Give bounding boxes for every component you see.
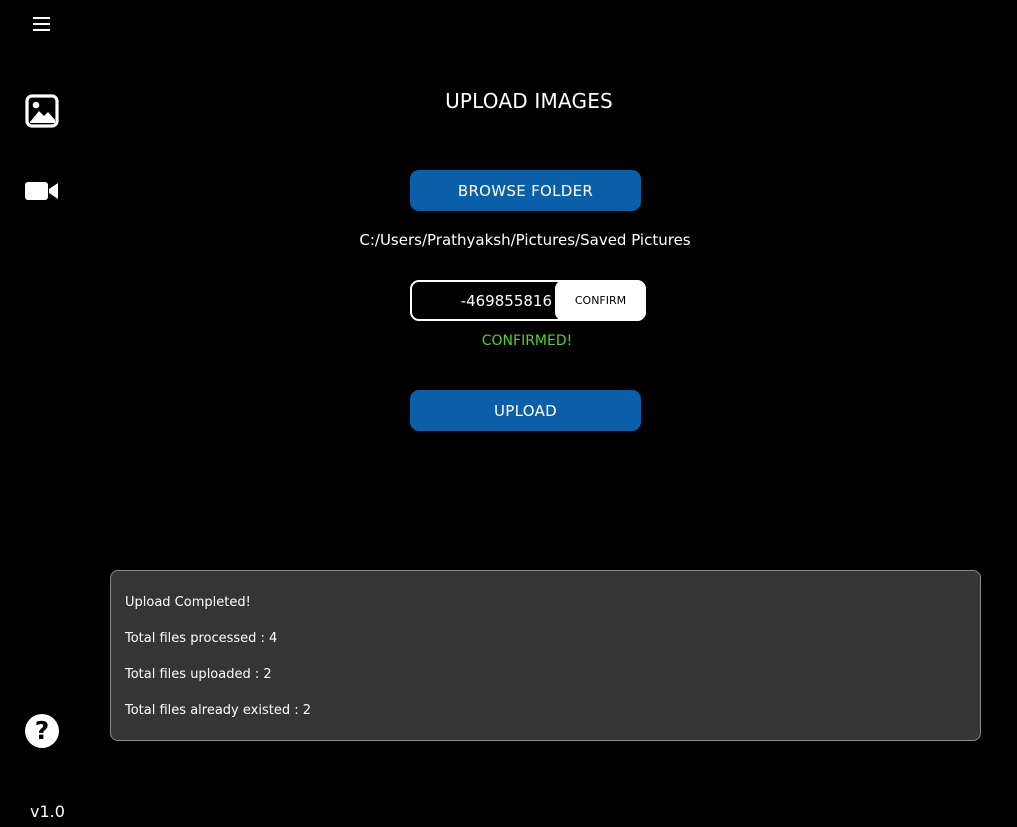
hamburger-menu-icon[interactable] xyxy=(30,12,54,36)
video-camera-icon xyxy=(25,182,58,200)
question-mark-icon[interactable]: ? xyxy=(25,714,59,748)
folder-path-label: C:/Users/Prathyaksh/Pictures/Saved Pictu… xyxy=(359,231,691,249)
id-confirm-group: CONFIRM xyxy=(410,280,646,321)
result-uploaded-line: Total files uploaded : 2 xyxy=(125,667,272,682)
result-processed-line: Total files processed : 4 xyxy=(125,631,278,646)
confirm-button[interactable]: CONFIRM xyxy=(555,280,646,321)
page-title: UPLOAD IMAGES xyxy=(445,89,613,113)
result-status-line: Upload Completed! xyxy=(125,595,251,610)
browse-folder-button[interactable]: BROWSE FOLDER xyxy=(410,170,641,211)
upload-button[interactable]: UPLOAD xyxy=(410,390,641,431)
sidebar: ? v1.0 xyxy=(0,0,84,827)
sidebar-item-videos[interactable] xyxy=(24,178,60,204)
upload-result-panel: Upload Completed! Total files processed … xyxy=(110,570,981,741)
app-window: ? v1.0 UPLOAD IMAGES BROWSE FOLDER C:/Us… xyxy=(0,0,1017,827)
version-label: v1.0 xyxy=(30,802,65,821)
confirm-status-text: CONFIRMED! xyxy=(481,333,573,349)
result-existed-line: Total files already existed : 2 xyxy=(125,703,311,718)
